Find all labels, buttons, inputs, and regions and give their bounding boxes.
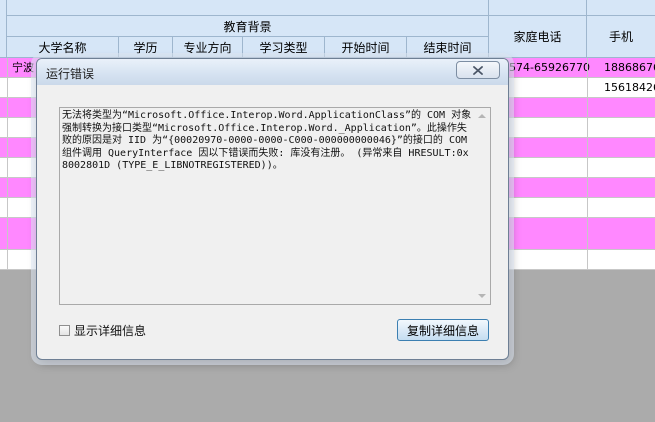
header-home-phone[interactable]: 家庭电话 [489,16,587,58]
header-end-time[interactable]: 结束时间 [407,37,489,58]
cell-university: 宁波 [12,61,34,74]
header-start-time[interactable]: 开始时间 [325,37,407,58]
header-education[interactable]: 教育背景 [7,16,489,37]
message-scrollbar[interactable] [474,108,490,304]
header-mobile[interactable]: 手机 [587,16,655,58]
error-dialog: 运行错误 无法将类型为“Microsoft.Office.Interop.Wor… [36,58,509,360]
header-top-strip [7,0,489,16]
show-details-label: 显示详细信息 [74,323,147,338]
show-details-option[interactable]: 显示详细信息 [59,322,146,338]
grid-line [7,58,8,270]
header-mobile-top [587,0,655,16]
grid-line [587,58,588,270]
cell-mobile: 15618426 [604,81,655,94]
show-details-checkbox[interactable] [59,324,70,336]
header-home-phone-top [489,0,587,16]
error-message-text: 无法将类型为“Microsoft.Office.Interop.Word.App… [62,110,474,171]
header-university[interactable]: 大学名称 [7,37,119,58]
close-button[interactable] [456,61,500,79]
close-icon [473,65,483,75]
scroll-up-icon[interactable] [478,114,486,118]
copy-details-button[interactable]: 复制详细信息 [397,319,489,341]
header-degree[interactable]: 学历 [119,37,173,58]
header-major[interactable]: 专业方向 [173,37,243,58]
header-corner [0,0,7,58]
dialog-title: 运行错误 [46,67,95,81]
cell-home-phone: 574-65926770 [509,61,590,74]
header-study-type[interactable]: 学习类型 [243,37,325,58]
error-message-box[interactable]: 无法将类型为“Microsoft.Office.Interop.Word.App… [59,107,491,305]
dialog-titlebar[interactable]: 运行错误 [37,59,508,85]
cell-mobile: 18868676 [604,61,655,74]
scroll-down-icon[interactable] [478,294,486,298]
